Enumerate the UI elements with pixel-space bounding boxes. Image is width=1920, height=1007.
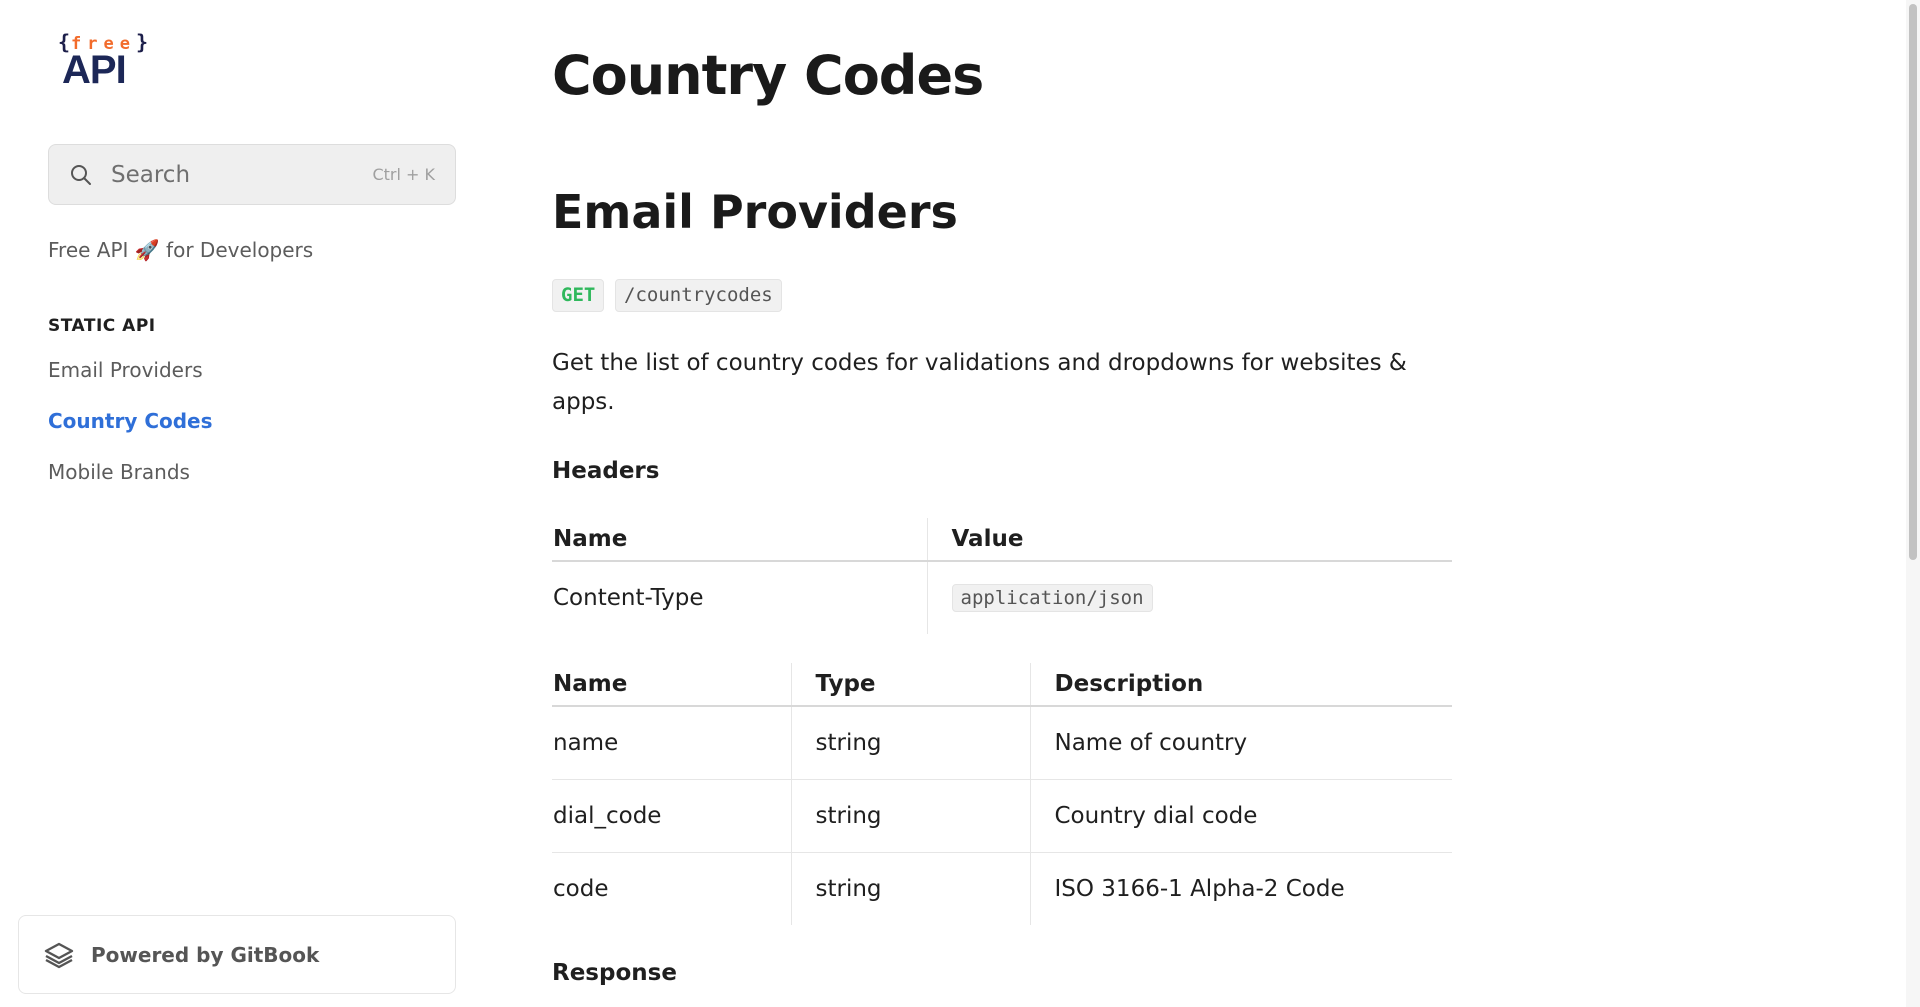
search-icon [71,164,91,185]
sidebar-item-mobile-brands[interactable]: Mobile Brands [48,460,190,484]
sidebar-item-email-providers[interactable]: Email Providers [48,358,203,382]
table-cell: application/json [926,561,1452,634]
page-scrollbar[interactable] [1906,0,1920,1007]
http-method-badge: GET [552,279,605,312]
table-header: Description [1029,663,1452,707]
page-title: Country Codes [552,44,984,107]
table-header: Name [552,518,927,562]
section-heading: Email Providers [552,185,958,239]
table-cell: string [790,779,1030,853]
logo-api-text: API [62,48,127,92]
table-cell: ISO 3166-1 Alpha-2 Code [1029,852,1452,925]
content-type-value: application/json [951,584,1153,612]
table-cell: string [790,852,1030,925]
table-header: Name [552,663,791,707]
table-cell: Content-Type [553,585,704,611]
table-cell: Name of country [1029,706,1452,780]
site-tagline[interactable]: Free API 🚀 for Developers [48,238,313,262]
sidebar-item-country-codes[interactable]: Country Codes [48,409,213,433]
search-input[interactable]: Search Ctrl + K [48,144,456,205]
table-cell: string [790,706,1030,780]
sidebar-section-title: STATIC API [48,316,156,336]
search-shortcut: Ctrl + K [372,165,435,184]
headers-table: Name Value Content-Type application/json [552,518,1452,634]
powered-by-gitbook-link[interactable]: Powered by GitBook [18,915,456,994]
search-placeholder: Search [111,161,191,188]
table-cell: dial_code [552,779,791,853]
powered-by-label: Powered by GitBook [91,942,320,967]
response-heading: Response [552,960,677,986]
table-row: dial_code string Country dial code [552,779,1452,853]
table-cell: name [552,706,791,780]
scrollbar-thumb[interactable] [1909,4,1917,560]
fields-table: Name Type Description name string Name o… [552,663,1452,925]
headers-heading: Headers [552,458,660,484]
table-cell: Country dial code [1029,779,1452,853]
table-cell: code [553,875,609,902]
table-header: Type [790,663,1030,707]
endpoint-path: /countrycodes [615,279,782,312]
endpoint-description: Get the list of country codes for valida… [552,350,1407,415]
sidebar: {free} API Search Ctrl + K Free API 🚀 fo… [0,0,470,1007]
free-api-logo[interactable]: {free} API [58,30,163,92]
table-row: Content-Type application/json [552,561,1452,634]
table-row: code string ISO 3166-1 Alpha-2 Code [552,852,1452,925]
gitbook-icon [44,942,74,968]
table-header: Value [926,518,1452,562]
table-row: name string Name of country [552,706,1452,780]
